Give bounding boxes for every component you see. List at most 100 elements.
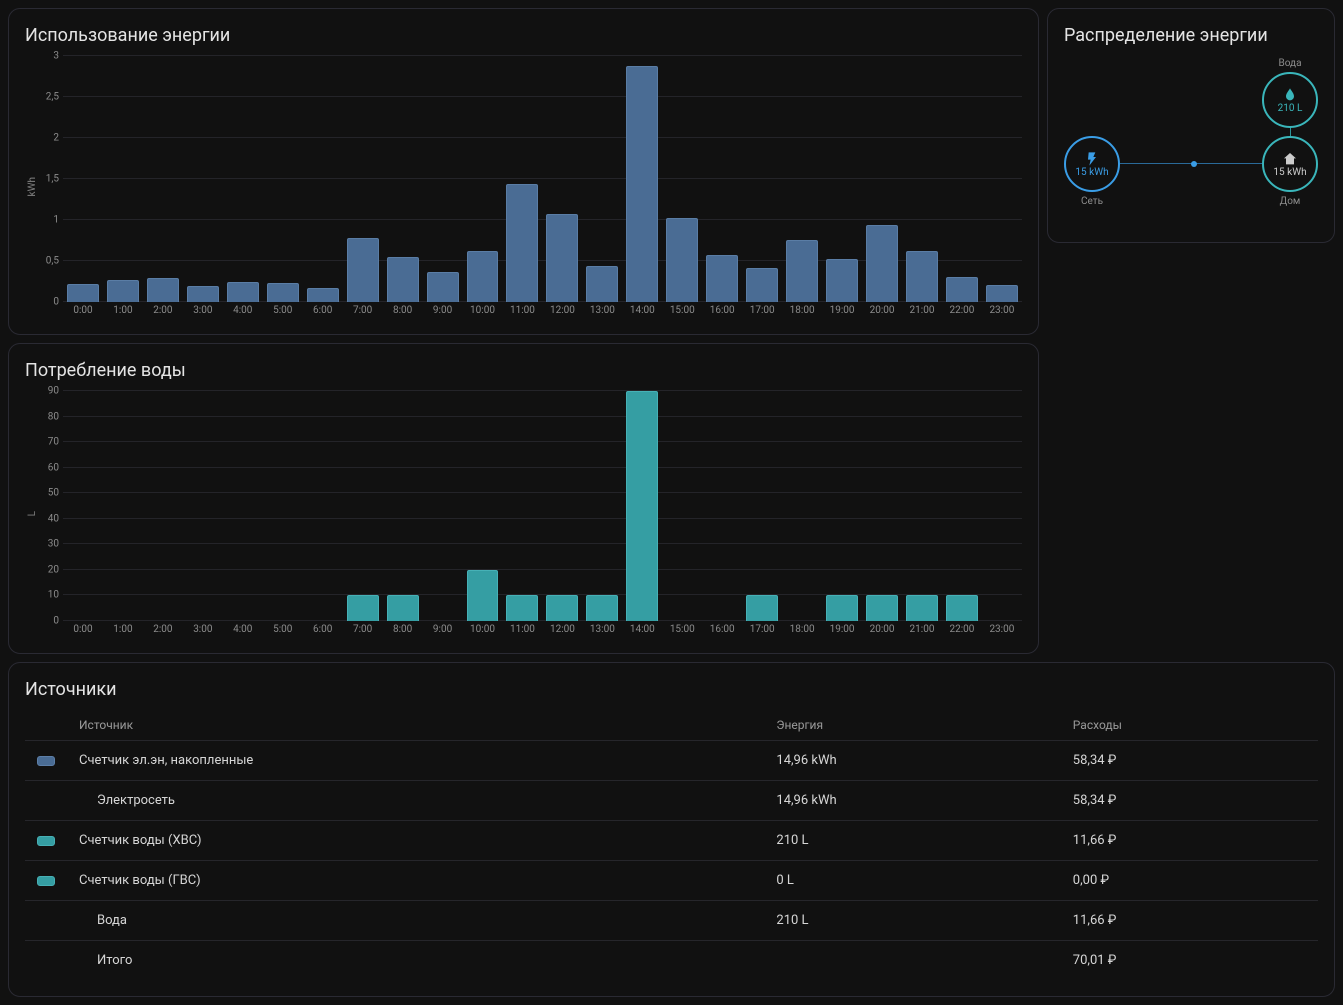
bar-cell[interactable] (862, 391, 902, 621)
table-row[interactable]: Электросеть14,96 kWh58,34 ₽ (25, 781, 1318, 821)
water-chart[interactable]: 0:001:002:003:004:005:006:007:008:009:00… (63, 391, 1022, 637)
bar-cell[interactable] (103, 391, 143, 621)
bar-cell[interactable] (303, 56, 343, 302)
bar-cell[interactable] (383, 391, 423, 621)
bar-cell[interactable] (183, 56, 223, 302)
bar[interactable] (427, 272, 459, 302)
bar[interactable] (67, 284, 99, 302)
bar-cell[interactable] (542, 391, 582, 621)
bar[interactable] (906, 595, 938, 621)
bar[interactable] (866, 595, 898, 621)
y-tick: 90 (48, 386, 59, 397)
bar[interactable] (546, 214, 578, 302)
bar-cell[interactable] (902, 56, 942, 302)
bar-cell[interactable] (622, 56, 662, 302)
bar[interactable] (347, 595, 379, 621)
source-energy: 210 L (764, 821, 1060, 861)
bar-cell[interactable] (742, 56, 782, 302)
x-tick: 9:00 (423, 621, 463, 637)
bar-cell[interactable] (463, 56, 503, 302)
bar[interactable] (586, 266, 618, 302)
bar[interactable] (546, 595, 578, 621)
bar-cell[interactable] (982, 391, 1022, 621)
bar[interactable] (467, 570, 499, 621)
bar[interactable] (706, 255, 738, 302)
bar[interactable] (187, 286, 219, 302)
bar[interactable] (387, 595, 419, 621)
bar-cell[interactable] (423, 56, 463, 302)
bar[interactable] (506, 595, 538, 621)
bar-cell[interactable] (902, 391, 942, 621)
bar-cell[interactable] (502, 56, 542, 302)
bar[interactable] (467, 251, 499, 302)
bar[interactable] (626, 391, 658, 621)
bar[interactable] (666, 218, 698, 302)
node-home[interactable]: 15 kWh (1262, 136, 1318, 192)
bar[interactable] (307, 288, 339, 302)
table-row[interactable]: Счетчик воды (ГВС)0 L0,00 ₽ (25, 861, 1318, 901)
bar-cell[interactable] (582, 391, 622, 621)
bar[interactable] (267, 283, 299, 302)
table-row[interactable]: Счетчик эл.эн, накопленные14,96 kWh58,34… (25, 741, 1318, 781)
table-row[interactable]: Вода210 L11,66 ₽ (25, 901, 1318, 941)
node-grid[interactable]: 15 kWh (1064, 136, 1120, 192)
bar[interactable] (107, 280, 139, 302)
bar-cell[interactable] (63, 391, 103, 621)
y-axis-label: kWh (25, 56, 39, 318)
bar[interactable] (347, 238, 379, 302)
bar-cell[interactable] (822, 56, 862, 302)
bar-cell[interactable] (862, 56, 902, 302)
bar[interactable] (826, 259, 858, 302)
bar[interactable] (946, 277, 978, 302)
bar-cell[interactable] (143, 56, 183, 302)
bar[interactable] (147, 278, 179, 302)
bar-cell[interactable] (463, 391, 503, 621)
bar[interactable] (986, 285, 1018, 302)
bar-cell[interactable] (383, 56, 423, 302)
bar-cell[interactable] (942, 56, 982, 302)
table-row[interactable]: Итого70,01 ₽ (25, 941, 1318, 981)
bar-cell[interactable] (942, 391, 982, 621)
bar-cell[interactable] (502, 391, 542, 621)
bar-cell[interactable] (782, 56, 822, 302)
bar[interactable] (387, 257, 419, 302)
bar[interactable] (506, 184, 538, 302)
bar-cell[interactable] (303, 391, 343, 621)
bar-cell[interactable] (223, 391, 263, 621)
bar-cell[interactable] (263, 391, 303, 621)
bar[interactable] (746, 595, 778, 621)
bar[interactable] (786, 240, 818, 302)
bar-cell[interactable] (622, 391, 662, 621)
bar-cell[interactable] (143, 391, 183, 621)
bar-cell[interactable] (343, 56, 383, 302)
bar-cell[interactable] (423, 391, 463, 621)
bar-cell[interactable] (183, 391, 223, 621)
bar[interactable] (746, 268, 778, 302)
bar[interactable] (826, 595, 858, 621)
bar-cell[interactable] (982, 56, 1022, 302)
bar-cell[interactable] (223, 56, 263, 302)
bar-cell[interactable] (63, 56, 103, 302)
bar[interactable] (906, 251, 938, 302)
bar-cell[interactable] (103, 56, 143, 302)
bar-cell[interactable] (263, 56, 303, 302)
bar-cell[interactable] (702, 56, 742, 302)
bar-cell[interactable] (662, 391, 702, 621)
node-water[interactable]: 210 L (1262, 72, 1318, 128)
bar-cell[interactable] (542, 56, 582, 302)
bar-cell[interactable] (782, 391, 822, 621)
bar-cell[interactable] (742, 391, 782, 621)
bar[interactable] (866, 225, 898, 302)
energy-chart[interactable]: 0:001:002:003:004:005:006:007:008:009:00… (63, 56, 1022, 318)
bar[interactable] (626, 66, 658, 302)
bar-cell[interactable] (702, 391, 742, 621)
bar-cell[interactable] (582, 56, 622, 302)
bar[interactable] (227, 282, 259, 302)
bar[interactable] (946, 595, 978, 621)
bar-cell[interactable] (822, 391, 862, 621)
bar-cell[interactable] (343, 391, 383, 621)
x-tick: 11:00 (502, 302, 542, 318)
bar[interactable] (586, 595, 618, 621)
table-row[interactable]: Счетчик воды (ХВС)210 L11,66 ₽ (25, 821, 1318, 861)
bar-cell[interactable] (662, 56, 702, 302)
